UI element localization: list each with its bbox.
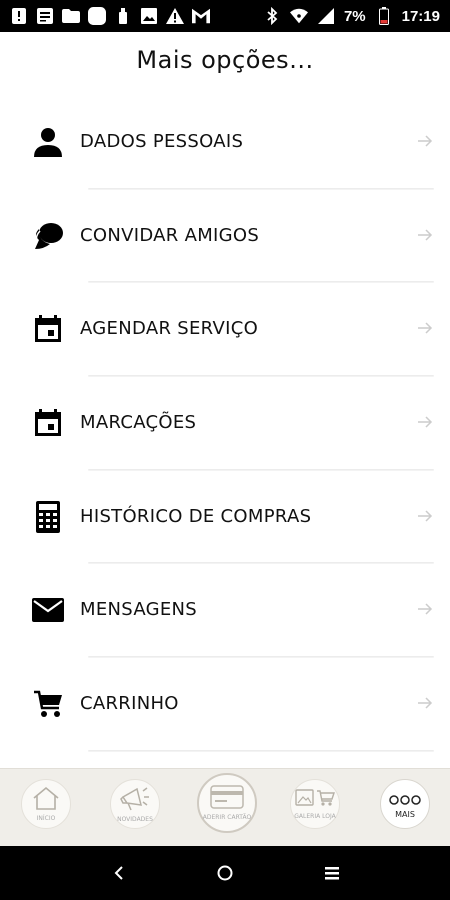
tab-mais[interactable]: MAIS (380, 779, 430, 829)
signal-icon (317, 7, 335, 25)
menu-item-convidar-amigos[interactable]: CONVIDAR AMIGOS (0, 190, 450, 284)
alert-icon (10, 7, 28, 25)
menu-item-mensagens[interactable]: MENSAGENS (0, 564, 450, 659)
tab-label: INÍCIO (36, 815, 56, 822)
arrow-right-icon (416, 226, 434, 244)
menu-item-carrinho[interactable]: CARRINHO (0, 658, 450, 752)
menu-item-label: MARCAÇÕES (80, 412, 197, 434)
clock: 17:19 (401, 7, 440, 25)
home-circle-icon[interactable] (213, 861, 237, 885)
bluetooth-icon (263, 7, 281, 25)
arrow-right-icon (416, 507, 434, 525)
divider (88, 749, 434, 752)
tab-label: MAIS (395, 809, 415, 819)
image-icon (140, 7, 158, 25)
page-header: Mais opções... (0, 32, 450, 88)
arrow-right-icon (416, 413, 434, 431)
battery-percent: 7% (343, 7, 366, 25)
envelope-icon (32, 594, 64, 626)
menu-item-label: DADOS PESSOAIS (80, 131, 244, 152)
wifi-icon (289, 7, 308, 25)
tab-label: GALERIA LOJA (294, 813, 336, 820)
cart-icon (32, 688, 64, 720)
warning-icon (166, 7, 184, 25)
menu-item-label: HISTÓRICO DE COMPRAS (80, 505, 312, 527)
page-title: Mais opções... (136, 46, 314, 74)
gmail-icon (192, 7, 210, 25)
tab-label: NOVIDADES (117, 816, 153, 823)
notification-icons (10, 7, 263, 25)
menu-item-historico-de-compras[interactable]: HISTÓRICO DE COMPRAS (0, 471, 450, 565)
tab-galeria-loja[interactable]: GALERIA LOJA (290, 779, 340, 829)
arrow-right-icon (416, 694, 434, 712)
menu-item-label: CARRINHO (80, 693, 179, 715)
menu-item-marcacoes[interactable]: MARCAÇÕES (0, 377, 450, 471)
bottle-icon (114, 7, 132, 25)
tab-label: ADERIR CARTÃO (202, 814, 252, 821)
app-icon (88, 7, 106, 25)
battery-icon (375, 7, 393, 25)
back-icon[interactable] (107, 861, 131, 885)
recents-icon[interactable] (320, 861, 344, 885)
options-menu: DADOS PESSOAIS CONVIDAR AMIGOS AGENDAR S… (0, 96, 450, 752)
folder-icon (62, 7, 80, 25)
arrow-right-icon (416, 319, 434, 337)
chat-bubbles-icon (32, 220, 64, 252)
system-navigation-bar (0, 846, 450, 900)
calculator-icon (32, 500, 64, 533)
arrow-right-icon (416, 132, 434, 150)
menu-item-dados-pessoais[interactable]: DADOS PESSOAIS (0, 96, 450, 190)
status-bar: 7% 17:19 (0, 0, 450, 32)
calendar-icon (32, 407, 64, 439)
menu-item-label: MENSAGENS (80, 599, 198, 621)
system-status: 7% 17:19 (263, 7, 440, 25)
calendar-icon (32, 313, 64, 345)
card-icon (210, 785, 244, 813)
megaphone-icon (119, 785, 151, 815)
message-icon (36, 7, 54, 25)
tab-aderir-cartao[interactable]: ADERIR CARTÃO (197, 773, 257, 833)
bottom-tab-bar: INÍCIO NOVIDADES ADERIR CARTÃO GALERIA L… (0, 768, 450, 846)
tab-novidades[interactable]: NOVIDADES (110, 779, 160, 829)
gallery-cart-icon (295, 788, 335, 812)
arrow-right-icon (416, 600, 434, 618)
person-icon (32, 126, 64, 158)
menu-item-agendar-servico[interactable]: AGENDAR SERVIÇO (0, 283, 450, 378)
menu-item-label: CONVIDAR AMIGOS (80, 224, 260, 246)
tab-inicio[interactable]: INÍCIO (21, 779, 71, 829)
three-dots-icon (389, 791, 421, 810)
home-icon (31, 786, 61, 814)
menu-item-label: AGENDAR SERVIÇO (80, 318, 259, 340)
